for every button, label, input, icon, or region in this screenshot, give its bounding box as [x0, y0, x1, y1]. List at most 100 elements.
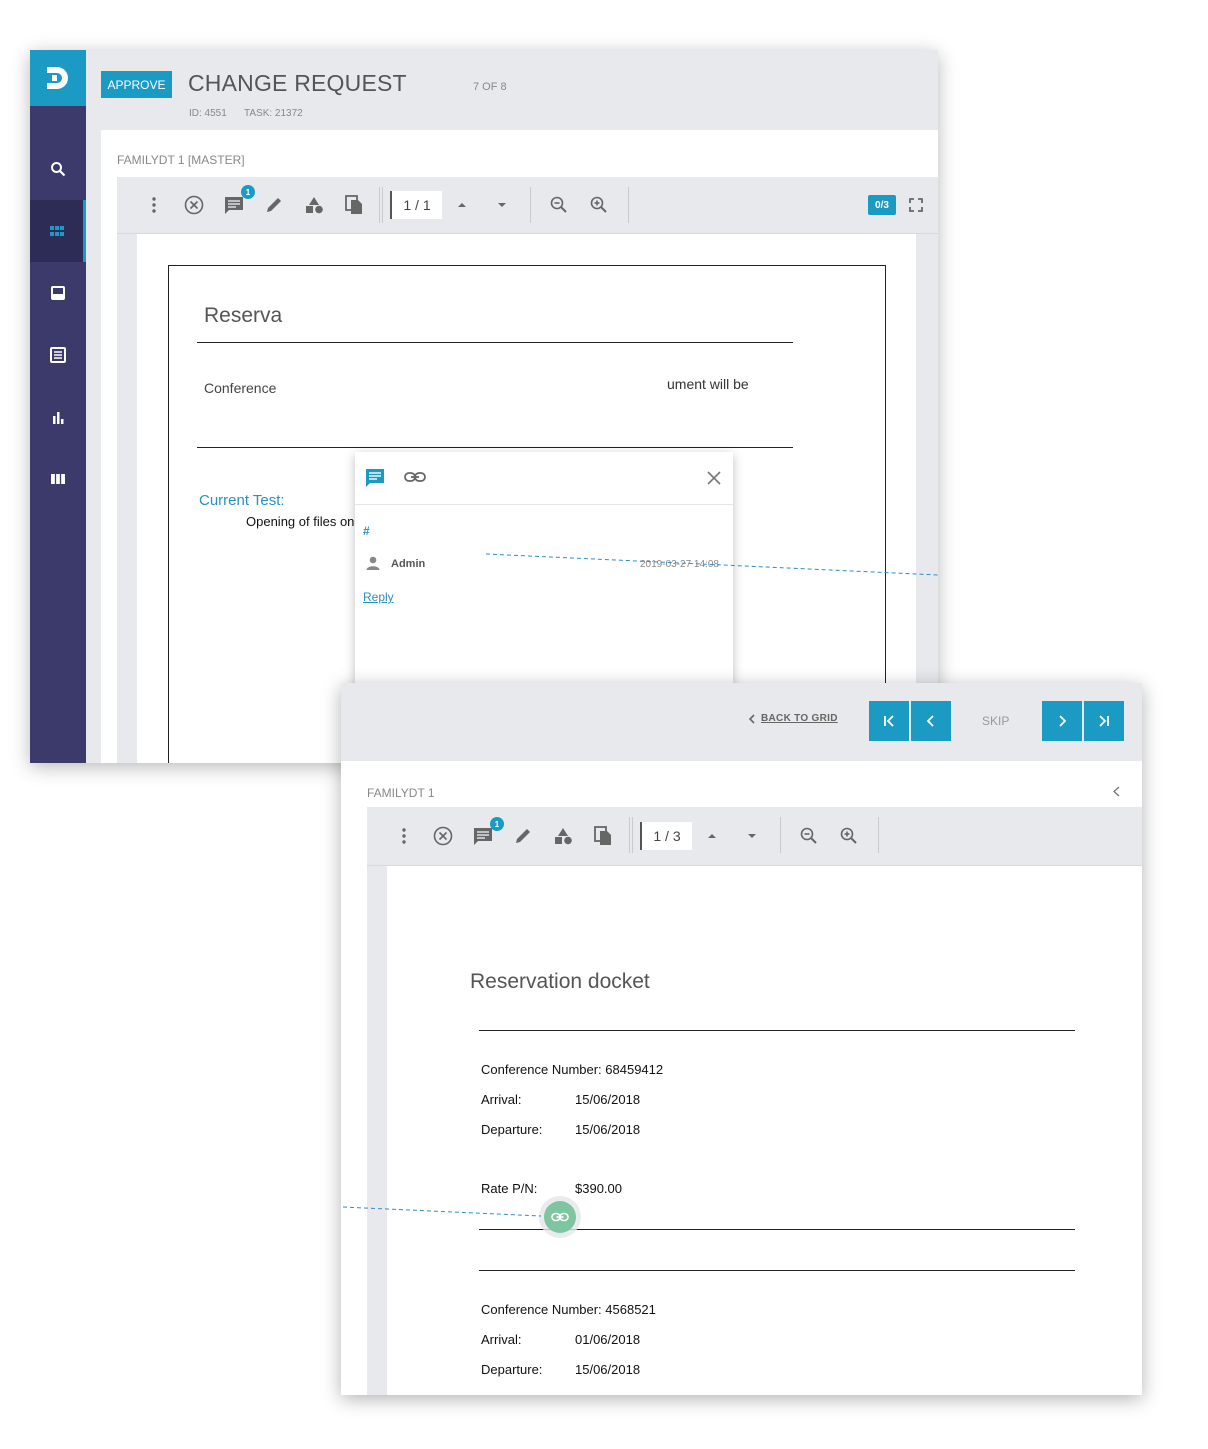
previous-record-button[interactable]	[911, 701, 951, 741]
more-menu-button[interactable]	[389, 808, 419, 864]
pencil-icon	[267, 198, 281, 212]
prev-page-button[interactable]	[697, 808, 727, 864]
zoom-in-icon	[840, 827, 857, 844]
comment-count-badge: 1	[490, 817, 504, 831]
search-icon	[51, 162, 66, 177]
draw-button[interactable]	[508, 808, 538, 864]
departure-value: 15/06/2018	[575, 1362, 641, 1377]
zoom-out-button[interactable]	[794, 808, 824, 864]
draw-button[interactable]	[259, 177, 289, 233]
document-label: FAMILYDT 1	[367, 786, 435, 800]
popup-close-button[interactable]	[707, 471, 721, 490]
zoom-in-button[interactable]	[584, 177, 614, 233]
close-icon	[707, 471, 721, 485]
caret-down-icon	[748, 834, 756, 838]
link-annotation-marker[interactable]	[539, 1196, 581, 1238]
comments-button[interactable]: 1	[468, 808, 504, 864]
sidebar-item-grid[interactable]	[30, 200, 86, 262]
caret-down-icon	[498, 203, 506, 207]
logo-icon	[47, 67, 68, 89]
sidebar-item-list[interactable]	[30, 324, 86, 386]
divider	[479, 1030, 1075, 1031]
comment-count-badge: 1	[241, 185, 255, 199]
document-label: FAMILYDT 1 [MASTER]	[117, 153, 245, 167]
record-position: 7 OF 8	[473, 81, 507, 93]
zoom-in-button[interactable]	[834, 808, 864, 864]
conference-number: Conference Number: 4568521	[481, 1302, 656, 1317]
rate-value: $390.00	[575, 1181, 622, 1196]
shapes-button[interactable]	[548, 808, 578, 864]
app-logo[interactable]	[30, 50, 86, 106]
skip-button[interactable]: SKIP	[982, 714, 1009, 728]
user-avatar	[366, 556, 380, 575]
rate-label: Rate P/N:	[481, 1181, 538, 1196]
approve-button[interactable]: APPROVE	[101, 71, 172, 98]
sidebar-item-reports[interactable]	[30, 386, 86, 448]
comment-anchor[interactable]: #	[363, 524, 370, 538]
prev-page-button[interactable]	[447, 177, 477, 233]
viewer-toolbar: 1 1 / 1 0/3	[117, 177, 938, 234]
back-to-grid-link[interactable]: BACK TO GRID	[749, 713, 838, 724]
document-text: ument will be	[667, 376, 749, 392]
zoom-out-icon	[550, 196, 567, 213]
viewer-toolbar: 1 1 / 3	[367, 807, 1142, 866]
departure-label: Departure:	[481, 1362, 543, 1377]
page-indicator[interactable]: 1 / 1	[390, 191, 442, 219]
arrival-value: 01/06/2018	[575, 1332, 641, 1347]
sidebar-item-search[interactable]	[30, 138, 86, 200]
copy-button[interactable]	[588, 808, 618, 864]
last-record-button[interactable]	[1084, 701, 1124, 741]
close-circle-icon	[433, 826, 453, 846]
zoom-out-icon	[800, 827, 817, 844]
next-page-button[interactable]	[487, 177, 517, 233]
more-menu-button[interactable]	[139, 177, 169, 233]
next-record-button[interactable]	[1042, 701, 1082, 741]
shapes-icon	[555, 828, 572, 845]
reply-link[interactable]: Reply	[363, 590, 394, 604]
sidebar-item-columns[interactable]	[30, 448, 86, 510]
document-title: Reserva	[204, 304, 283, 327]
popup-header	[355, 452, 733, 505]
document-viewer: Reservation docket Conference Number: 68…	[367, 866, 1142, 1395]
copy-icon	[594, 826, 611, 845]
next-page-button[interactable]	[737, 808, 767, 864]
sidebar	[30, 50, 86, 763]
pencil-icon	[516, 829, 530, 843]
comment-date: 2019-03-27 14:08	[640, 559, 719, 570]
close-circle-icon	[184, 195, 204, 215]
conference-number: Conference Number: 68459412	[481, 1062, 664, 1077]
current-test-label: Current Test:	[199, 492, 285, 509]
comment-tab[interactable]	[365, 468, 385, 493]
shapes-button[interactable]	[299, 177, 329, 233]
conference-label: Conference	[204, 380, 277, 396]
first-record-button[interactable]	[869, 701, 909, 741]
cancel-button[interactable]	[179, 177, 209, 233]
comment-icon	[474, 828, 492, 845]
page-indicator[interactable]: 1 / 3	[640, 822, 692, 850]
cancel-button[interactable]	[428, 808, 458, 864]
chevron-left-icon	[927, 715, 934, 727]
comments-button[interactable]: 1	[219, 177, 255, 233]
link-tab[interactable]	[404, 470, 426, 489]
kebab-icon	[402, 828, 406, 844]
caret-up-icon	[708, 834, 716, 838]
main-panel: APPROVE CHANGE REQUEST 7 OF 8 ID: 4551 T…	[101, 50, 938, 763]
link-icon	[404, 472, 426, 482]
change-request-window: APPROVE CHANGE REQUEST 7 OF 8 ID: 4551 T…	[30, 50, 938, 763]
annotation-count-badge[interactable]: 0/3	[868, 195, 896, 215]
sidebar-divider	[86, 50, 101, 763]
caret-up-icon	[458, 203, 466, 207]
fullscreen-button[interactable]	[901, 177, 931, 233]
zoom-out-button[interactable]	[544, 177, 574, 233]
collapse-panel-button[interactable]	[1109, 783, 1123, 799]
sidebar-item-inbox[interactable]	[30, 262, 86, 324]
departure-value: 15/06/2018	[575, 1122, 641, 1137]
chevron-left-icon	[749, 713, 755, 724]
shapes-icon	[306, 197, 323, 214]
inbox-icon	[51, 286, 65, 300]
zoom-in-icon	[590, 196, 607, 213]
chevron-left-icon	[1112, 785, 1119, 797]
arrival-label: Arrival:	[481, 1332, 522, 1347]
copy-button[interactable]	[339, 177, 369, 233]
grid-icon	[49, 226, 64, 236]
